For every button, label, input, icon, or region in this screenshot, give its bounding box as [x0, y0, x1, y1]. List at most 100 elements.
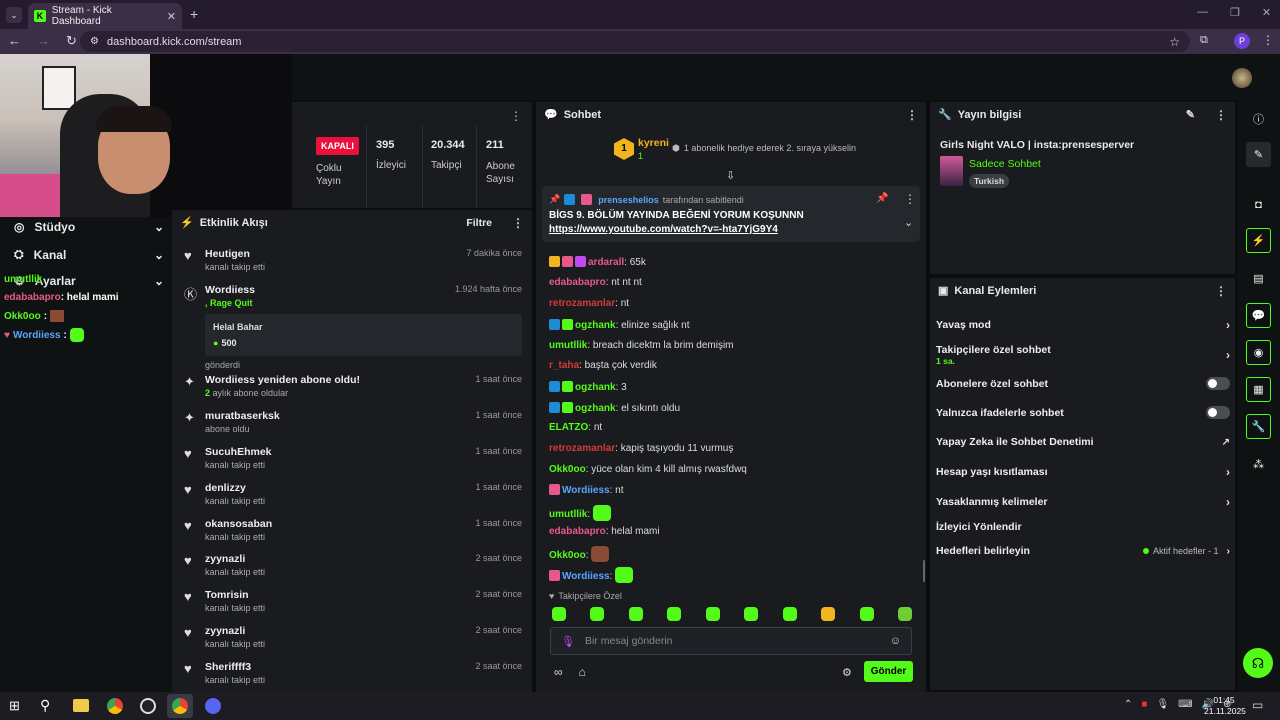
chat-icon[interactable]: 💬	[1246, 303, 1271, 328]
back-icon[interactable]: ←	[8, 33, 21, 49]
chat-username[interactable]: ogzhank	[575, 403, 616, 414]
pinned-options-icon[interactable]: ⋮	[904, 192, 916, 206]
url-bar[interactable]: ⚙ dashboard.kick.com/stream ☆	[80, 31, 1190, 52]
mic-tray-icon[interactable]: 🎙	[1156, 699, 1169, 710]
tray-app-icon[interactable]: ■	[1141, 699, 1147, 710]
emoji-icon[interactable]: ☺	[890, 635, 901, 647]
channel-action-item[interactable]: İzleyici Yönlendir	[936, 521, 1230, 533]
minimize-icon[interactable]: —	[1197, 6, 1208, 19]
more-options-icon[interactable]: ⋮	[906, 108, 918, 122]
emote-button[interactable]	[628, 607, 643, 621]
activity-item[interactable]: Ⓚ Wordiiess , Rage Quit 1.924 hafta önce He…	[182, 282, 522, 370]
discord-icon[interactable]	[205, 698, 221, 714]
channel-action-item[interactable]: Abonelere özel sohbet	[936, 377, 1230, 390]
activity-item[interactable]: ✦ Wordiiess yeniden abone oldu! 2 aylık ab…	[182, 372, 522, 408]
clock[interactable]: 01:45 21.11.2025	[1204, 695, 1246, 717]
pinned-link[interactable]: https://www.youtube.com/watch?v=-hta7YjG…	[549, 224, 778, 235]
activity-item[interactable]: ♥ SucuhEhmek kanalı takip etti 1 saat önce	[182, 444, 522, 480]
chat-settings-icon[interactable]: ⚙	[842, 666, 852, 679]
top-gifter-name[interactable]: kyreni	[638, 137, 669, 149]
window-close-icon[interactable]: ✕	[1262, 6, 1271, 19]
more-options-icon[interactable]: ⋮	[512, 216, 524, 230]
more-options-icon[interactable]: ⋮	[1215, 284, 1227, 298]
extensions-icon[interactable]: ⧉	[1200, 34, 1208, 47]
scroll-to-pinned-icon[interactable]: ⇩	[726, 169, 735, 182]
channel-action-item[interactable]: Yasaklanmış kelimeler ›	[936, 495, 1230, 509]
more-options-icon[interactable]: ⋮	[1215, 108, 1227, 122]
microphone-icon[interactable]: 🎙	[561, 635, 575, 648]
reload-icon[interactable]: ↻	[66, 33, 77, 49]
toggle-switch[interactable]	[1206, 377, 1230, 390]
chrome-icon[interactable]	[107, 698, 123, 714]
emote-button[interactable]	[705, 607, 720, 621]
channel-action-item[interactable]: Hedefleri belirleyin Aktif hedefler - 1 ›	[936, 545, 1230, 557]
emote-button[interactable]	[667, 607, 682, 621]
integrations-icon[interactable]: ⁂	[1246, 452, 1271, 477]
chat-username[interactable]: ELATZO	[549, 422, 588, 433]
forward-icon[interactable]: →	[37, 33, 50, 49]
chat-input[interactable]: Bir mesaj gönderin	[585, 635, 673, 647]
obs-icon[interactable]	[140, 698, 156, 714]
browser-tab[interactable]: K Stream - Kick Dashboard ✕	[28, 3, 182, 29]
chat-username[interactable]: r_taha	[549, 360, 579, 371]
activity-item[interactable]: ♥ denlizzy kanalı takip etti 1 saat önce	[182, 480, 522, 516]
screen-icon[interactable]: ◘	[1246, 192, 1271, 217]
browser-menu-icon[interactable]: ⋮	[1262, 33, 1274, 47]
send-button[interactable]: Gönder	[864, 661, 913, 682]
chat-username[interactable]: Wordiiess	[562, 485, 610, 496]
flash-icon[interactable]: ⚡	[1246, 228, 1271, 253]
notifications-icon[interactable]: ▭	[1252, 698, 1263, 712]
activity-item[interactable]: ♥ zyynazli kanalı takip etti 2 saat önce	[182, 551, 522, 587]
chat-username[interactable]: Wordiiess	[562, 571, 610, 582]
activity-item[interactable]: ✦ muratbaserksk abone oldu 1 saat önce	[182, 408, 522, 444]
emote-button[interactable]	[552, 607, 566, 621]
chat-username[interactable]: Okk0oo	[549, 464, 586, 475]
emote-button[interactable]	[782, 607, 797, 621]
channel-action-item[interactable]: Hesap yaşı kısıtlaması ›	[936, 465, 1230, 479]
pencil-icon[interactable]: ✎	[1246, 142, 1271, 167]
chat-username[interactable]: Okk0oo	[549, 550, 586, 561]
edit-icon[interactable]: ✎	[1186, 108, 1195, 121]
channel-action-item[interactable]: Yavaş mod ›	[936, 318, 1230, 332]
toggle-switch[interactable]	[1206, 406, 1230, 419]
user-avatar[interactable]	[1232, 68, 1252, 88]
chat-username[interactable]: ogzhank	[575, 382, 616, 393]
category-thumbnail[interactable]	[940, 156, 963, 186]
channel-action-item[interactable]: Takipçilere özel sohbet 1 sa. ›	[936, 344, 1230, 366]
chat-username[interactable]: retrozamanlar	[549, 443, 615, 454]
category-name[interactable]: Sadece Sohbet	[969, 158, 1041, 170]
chat-username[interactable]: ardarall	[588, 257, 624, 268]
channel-action-item[interactable]: Yalnızca ifadelerle sohbet	[936, 406, 1230, 419]
nav-item-channel[interactable]: ⛭ Kanal ⌄	[14, 247, 164, 262]
more-options-icon[interactable]: ⋮	[510, 109, 522, 123]
windows-start-icon[interactable]: ⊞	[9, 698, 20, 714]
tools-icon[interactable]: 🔧	[1246, 414, 1271, 439]
taskbar-search-icon[interactable]: ⚲	[40, 697, 50, 714]
chat-username[interactable]: retrozamanlar	[549, 298, 615, 309]
chat-username[interactable]: edababapro	[549, 526, 606, 537]
restore-icon[interactable]: ❐	[1230, 6, 1240, 19]
nav-item-studio[interactable]: ◎ Stüdyo ⌄	[14, 220, 164, 234]
activity-item[interactable]: ♥ Sheriffff3 kanalı takip etti 2 saat önce	[182, 659, 522, 695]
unpin-icon[interactable]: 📌	[876, 193, 888, 204]
predictions-icon[interactable]: ∞	[554, 665, 563, 679]
channel-action-item[interactable]: Yapay Zeka ile Sohbet Denetimi ↗	[936, 436, 1230, 448]
gift-prompt[interactable]: ⬢ 1 abonelik hediye ederek 2. sıraya yüks…	[672, 143, 856, 154]
network-icon[interactable]: ⌨	[1178, 699, 1192, 710]
activity-item[interactable]: ♥ zyynazli kanalı takip etti 2 saat önce	[182, 623, 522, 659]
broadcast-icon[interactable]: ◉	[1246, 340, 1271, 365]
chat-username[interactable]: edababapro	[549, 277, 606, 288]
activity-item[interactable]: ♥ Heutigen kanalı takip etti 7 dakika önce	[182, 246, 522, 282]
tab-search-button[interactable]: ⌄	[6, 7, 22, 23]
layout-icon[interactable]: ▦	[1246, 377, 1271, 402]
chat-scrollbar[interactable]	[923, 560, 925, 582]
bookmark-star-icon[interactable]: ☆	[1169, 35, 1180, 49]
emote-button[interactable]	[821, 607, 836, 621]
emote-button[interactable]	[897, 607, 912, 621]
site-info-icon[interactable]: ⚙	[90, 36, 99, 47]
support-headset-icon[interactable]: ☊	[1243, 648, 1273, 678]
filter-button[interactable]: Filtre	[466, 217, 492, 229]
new-tab-button[interactable]: +	[190, 6, 198, 22]
activity-item[interactable]: ♥ okansosaban kanalı takip etti 1 saat önce	[182, 516, 522, 552]
tray-expand-icon[interactable]: ⌃	[1124, 699, 1132, 710]
